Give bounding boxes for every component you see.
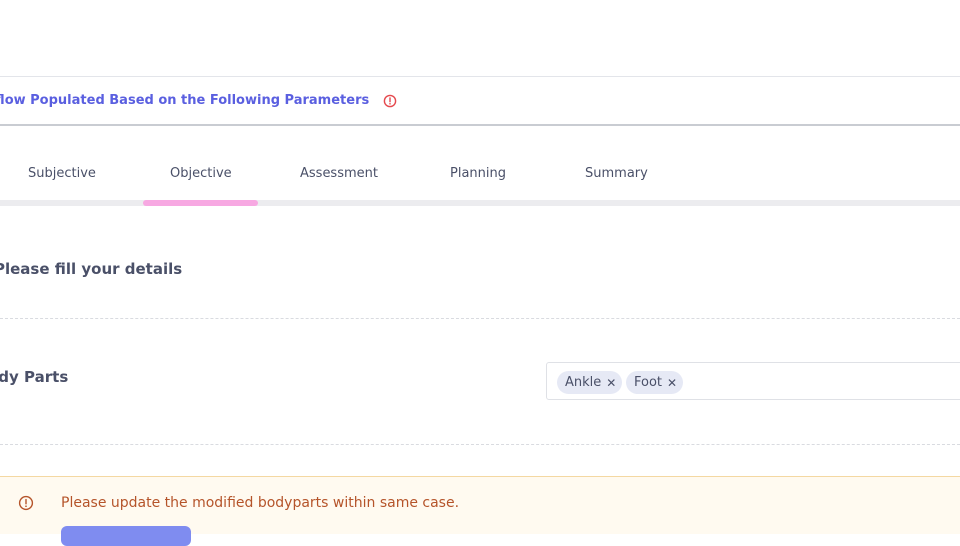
tab-summary[interactable]: Summary bbox=[585, 166, 648, 181]
warning-alert: Please update the modified bodyparts wit… bbox=[0, 476, 960, 546]
workflow-banner: rkflow Populated Based on the Following … bbox=[0, 76, 960, 126]
body-parts-label: ody Parts bbox=[0, 368, 69, 386]
chip-foot[interactable]: Foot ✕ bbox=[626, 371, 684, 394]
tab-planning[interactable]: Planning bbox=[450, 166, 506, 181]
workflow-banner-text: rkflow Populated Based on the Following … bbox=[0, 93, 370, 108]
divider bbox=[0, 444, 960, 445]
top-area bbox=[0, 0, 960, 76]
chip-ankle[interactable]: Ankle ✕ bbox=[557, 371, 623, 394]
chip-label: Foot bbox=[634, 375, 663, 390]
close-icon[interactable]: ✕ bbox=[606, 376, 616, 390]
body-parts-multiselect[interactable]: Ankle ✕ Foot ✕ bbox=[546, 362, 960, 400]
tab-subjective[interactable]: Subjective bbox=[28, 166, 96, 181]
chip-label: Ankle bbox=[565, 375, 602, 390]
alert-action-button[interactable] bbox=[61, 526, 191, 546]
divider bbox=[0, 318, 960, 319]
tab-assessment[interactable]: Assessment bbox=[300, 166, 378, 181]
active-tab-indicator bbox=[143, 200, 258, 206]
alert-circle-icon[interactable] bbox=[383, 94, 397, 108]
close-icon[interactable]: ✕ bbox=[667, 376, 677, 390]
form-title: Please fill your details bbox=[0, 260, 183, 278]
alert-message: Please update the modified bodyparts wit… bbox=[61, 495, 460, 511]
tab-objective[interactable]: Objective bbox=[170, 166, 232, 181]
alert-circle-icon bbox=[18, 495, 34, 511]
tab-bar: Subjective Objective Assessment Planning… bbox=[0, 150, 960, 206]
